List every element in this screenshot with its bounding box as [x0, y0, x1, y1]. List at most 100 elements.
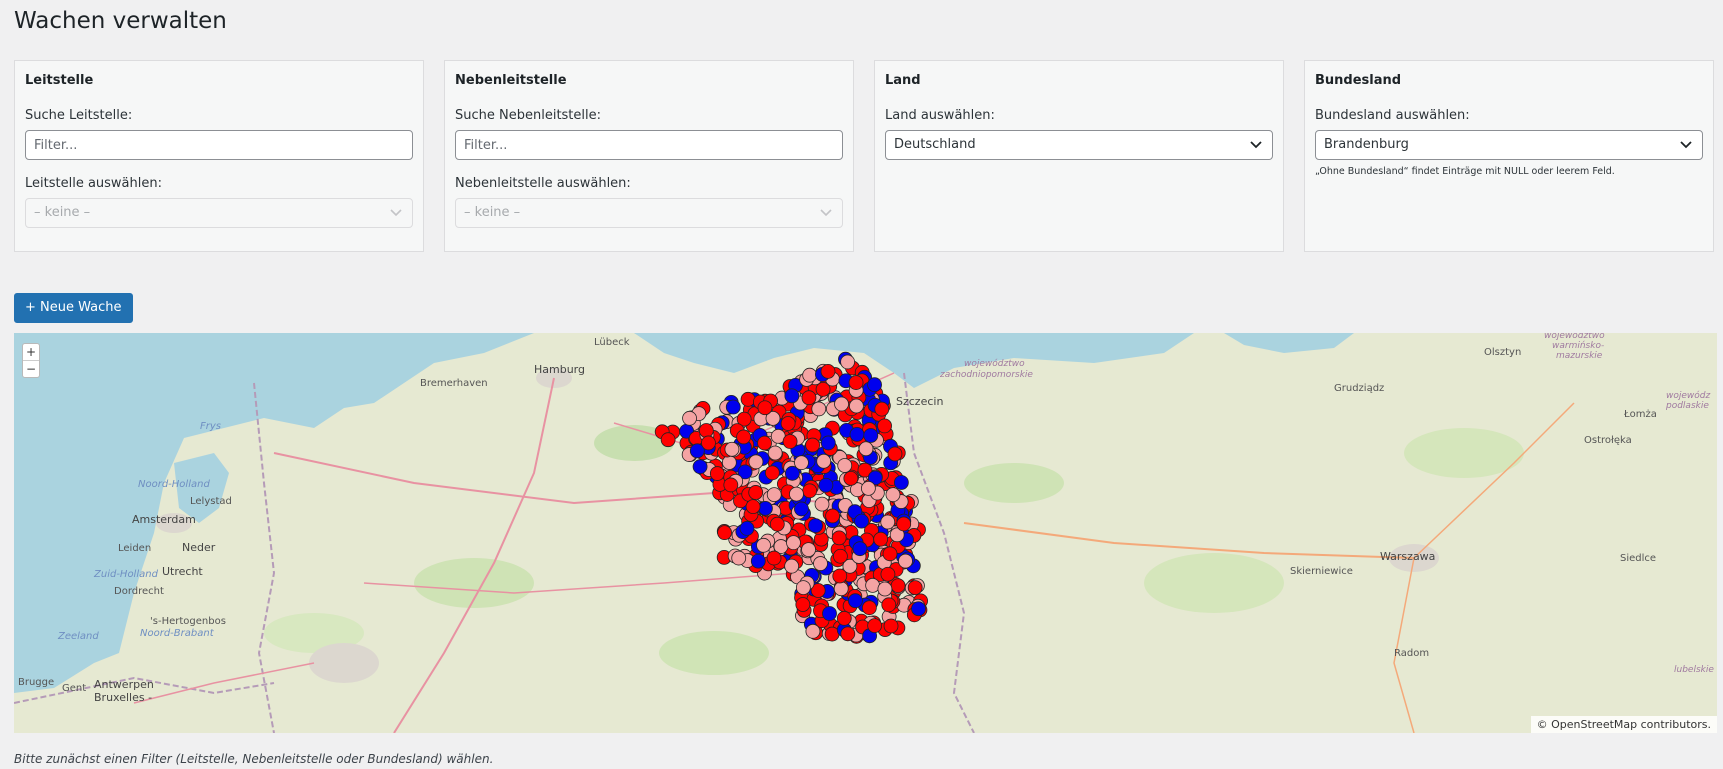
station-marker[interactable]: [836, 610, 852, 626]
station-marker[interactable]: [748, 485, 764, 500]
station-marker[interactable]: [822, 606, 837, 621]
station-marker[interactable]: [748, 454, 764, 470]
station-marker[interactable]: [831, 530, 847, 546]
station-marker[interactable]: [701, 435, 716, 451]
station-marker[interactable]: [893, 475, 909, 490]
station-marker[interactable]: [883, 618, 899, 634]
map[interactable]: Hamburg Lübeck Bremerhaven Szczecin Amst…: [14, 333, 1717, 733]
station-marker[interactable]: [682, 410, 697, 426]
station-marker[interactable]: [863, 428, 879, 443]
leitstelle-search-input[interactable]: [25, 130, 413, 160]
station-marker[interactable]: [865, 577, 881, 593]
station-marker[interactable]: [852, 541, 868, 557]
station-marker[interactable]: [820, 435, 836, 451]
station-marker[interactable]: [766, 550, 782, 566]
station-marker[interactable]: [764, 465, 780, 481]
station-marker[interactable]: [660, 432, 676, 448]
station-marker[interactable]: [784, 388, 800, 404]
nebenleitstelle-select[interactable]: – keine –: [455, 198, 843, 228]
station-marker[interactable]: [877, 581, 893, 597]
station-marker[interactable]: [769, 516, 785, 532]
station-marker[interactable]: [721, 455, 737, 470]
station-marker[interactable]: [896, 516, 912, 532]
station-marker[interactable]: [757, 400, 773, 416]
station-marker[interactable]: [758, 500, 773, 516]
station-marker[interactable]: [816, 453, 832, 469]
station-marker[interactable]: [745, 499, 761, 515]
station-marker[interactable]: [907, 580, 923, 595]
station-marker[interactable]: [767, 445, 783, 461]
station-marker[interactable]: [882, 546, 898, 562]
station-marker[interactable]: [860, 480, 876, 496]
station-marker[interactable]: [854, 513, 869, 529]
station-marker[interactable]: [881, 597, 897, 613]
station-marker[interactable]: [805, 437, 820, 453]
station-marker[interactable]: [709, 466, 725, 481]
station-marker[interactable]: [867, 618, 883, 634]
station-marker[interactable]: [832, 568, 848, 584]
leitstelle-select[interactable]: – keine –: [25, 198, 413, 228]
station-marker[interactable]: [840, 354, 855, 370]
station-marker[interactable]: [731, 550, 747, 566]
station-marker[interactable]: [811, 401, 827, 417]
station-marker[interactable]: [717, 525, 732, 541]
station-marker[interactable]: [890, 578, 906, 594]
station-marker[interactable]: [848, 375, 864, 390]
station-marker[interactable]: [867, 377, 882, 393]
station-marker[interactable]: [880, 514, 896, 530]
station-marker[interactable]: [801, 542, 816, 558]
station-marker[interactable]: [782, 434, 798, 449]
station-marker[interactable]: [820, 363, 836, 379]
station-marker[interactable]: [880, 566, 896, 582]
station-marker[interactable]: [725, 399, 741, 415]
station-marker[interactable]: [814, 496, 830, 512]
station-marker[interactable]: [780, 416, 796, 431]
station-marker[interactable]: [840, 626, 856, 642]
nebenleitstelle-search-input[interactable]: [455, 130, 843, 160]
station-marker[interactable]: [849, 427, 865, 442]
station-marker[interactable]: [794, 455, 809, 471]
station-marker[interactable]: [849, 398, 864, 414]
station-marker[interactable]: [801, 390, 817, 406]
station-marker[interactable]: [736, 429, 752, 445]
station-marker[interactable]: [833, 548, 848, 564]
station-marker[interactable]: [766, 487, 782, 502]
station-marker[interactable]: [858, 441, 874, 457]
station-marker[interactable]: [724, 441, 740, 457]
station-marker[interactable]: [698, 423, 714, 438]
station-marker[interactable]: [794, 501, 809, 517]
station-marker[interactable]: [750, 553, 766, 569]
station-marker[interactable]: [723, 477, 739, 493]
station-marker[interactable]: [837, 458, 853, 473]
station-marker[interactable]: [874, 401, 890, 417]
station-marker[interactable]: [692, 459, 708, 475]
station-marker[interactable]: [834, 396, 849, 412]
station-marker[interactable]: [802, 483, 818, 499]
station-marker[interactable]: [861, 600, 877, 616]
station-marker[interactable]: [833, 581, 849, 597]
station-marker[interactable]: [756, 537, 771, 553]
station-marker[interactable]: [740, 391, 756, 407]
station-marker[interactable]: [911, 601, 926, 617]
station-marker[interactable]: [805, 623, 821, 639]
land-select[interactable]: Deutschland: [885, 130, 1273, 160]
station-marker[interactable]: [818, 477, 834, 493]
station-marker[interactable]: [757, 435, 772, 451]
station-marker[interactable]: [739, 521, 755, 536]
zoom-out-button[interactable]: −: [23, 361, 39, 377]
new-station-button[interactable]: + Neue Wache: [14, 293, 133, 323]
station-marker[interactable]: [847, 593, 863, 609]
station-marker[interactable]: [786, 535, 801, 551]
station-marker[interactable]: [898, 553, 913, 569]
station-marker[interactable]: [795, 597, 811, 612]
station-marker[interactable]: [789, 486, 804, 502]
station-marker[interactable]: [808, 518, 823, 533]
station-marker[interactable]: [802, 367, 818, 383]
station-marker[interactable]: [885, 487, 901, 503]
station-marker[interactable]: [843, 470, 859, 486]
zoom-in-button[interactable]: +: [23, 344, 39, 361]
bundesland-select[interactable]: Brandenburg: [1315, 130, 1703, 160]
station-marker[interactable]: [813, 556, 828, 571]
station-marker[interactable]: [887, 446, 903, 462]
station-marker[interactable]: [877, 418, 892, 434]
